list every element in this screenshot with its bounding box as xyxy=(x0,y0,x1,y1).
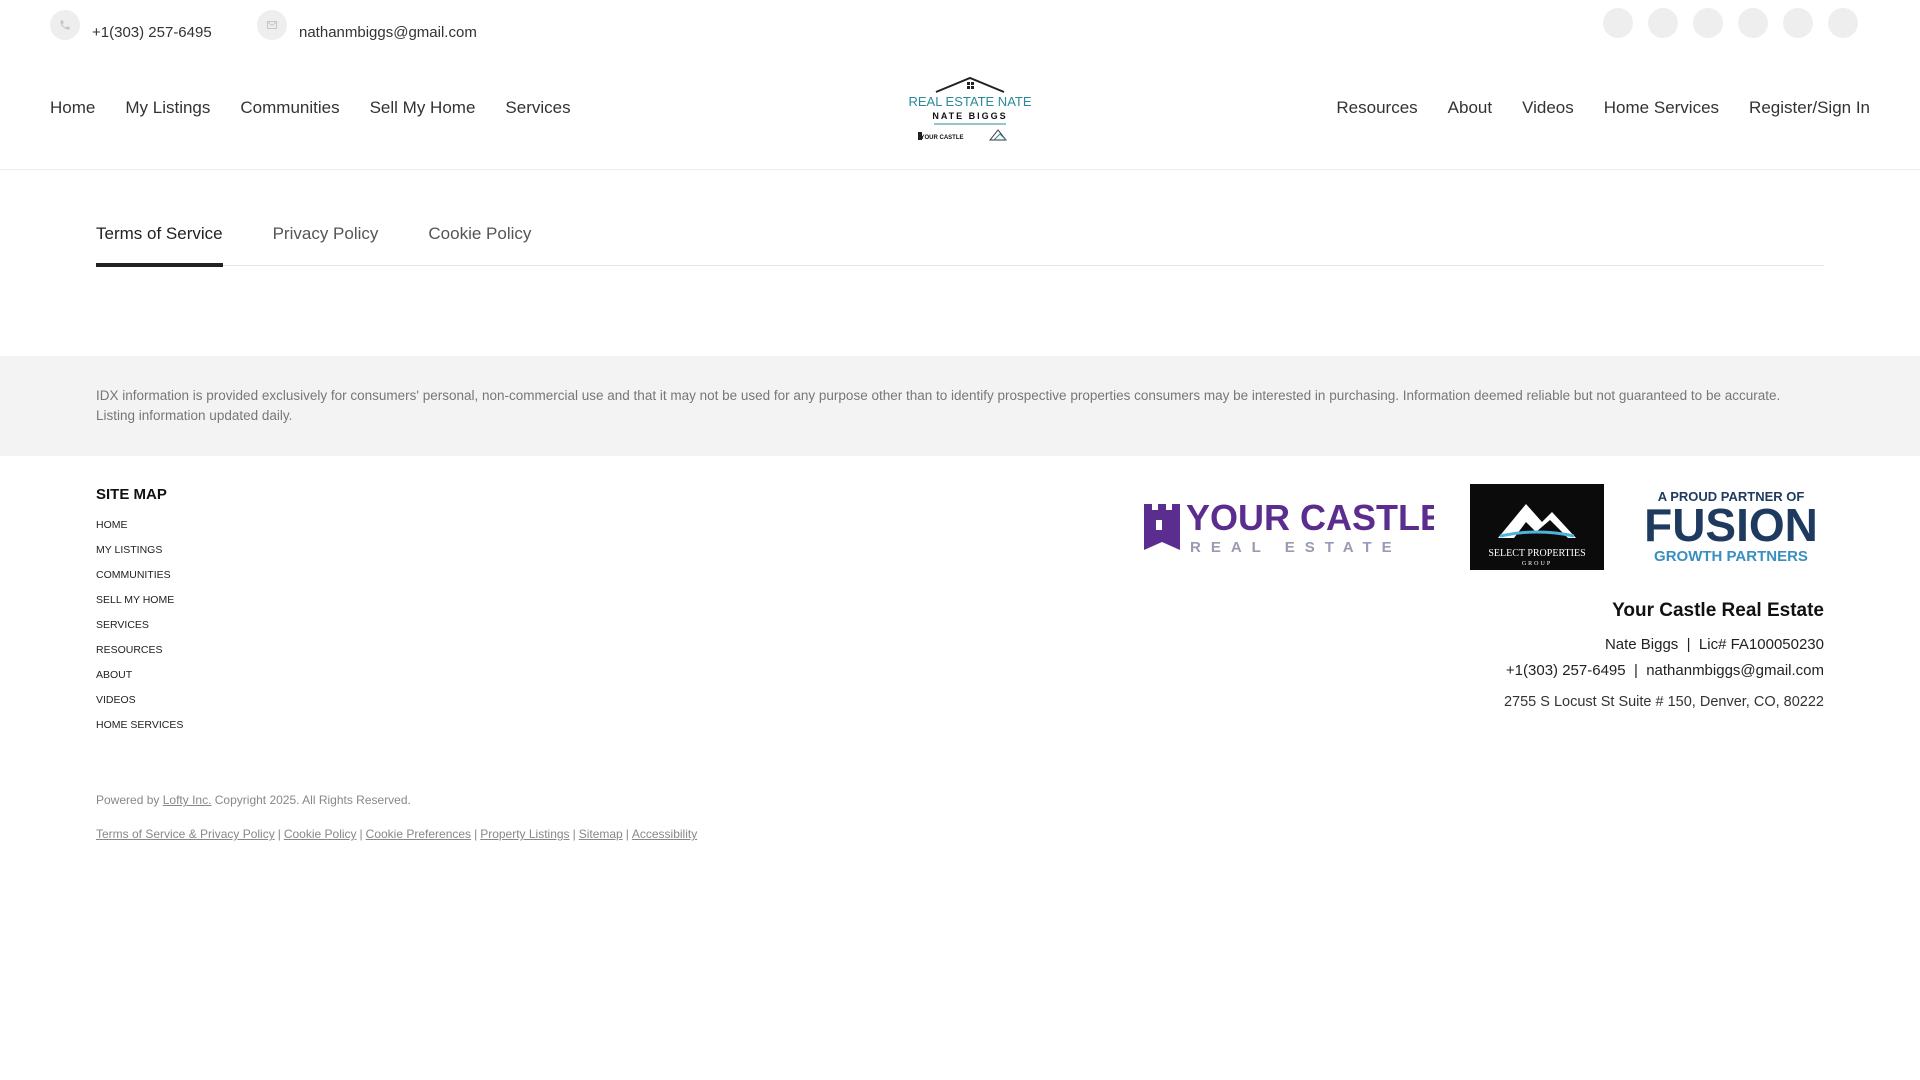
legal-link-sitemap[interactable]: Sitemap xyxy=(579,827,623,841)
legal-separator: | xyxy=(625,827,629,841)
twitter-icon[interactable] xyxy=(1828,8,1858,38)
logo-sub: YOUR CASTLE xyxy=(920,135,963,141)
linkedin-icon[interactable] xyxy=(1693,8,1723,38)
email-contact[interactable]: nathanmbiggs@gmail.com xyxy=(257,8,477,41)
select-properties-logo: SELECT PROPERTIES GROUP xyxy=(1470,484,1604,570)
castle-logo-bottom-text: REAL ESTATE xyxy=(1190,539,1402,556)
separator: | xyxy=(1629,662,1643,679)
legal-link-cookie-preferences[interactable]: Cookie Preferences xyxy=(366,827,471,841)
nav-left-group: Home My Listings Communities Sell My Hom… xyxy=(50,98,571,118)
agent-name: Nate Biggs xyxy=(1604,636,1679,653)
company-address: 2755 S Locust St Suite # 150, Denver, CO… xyxy=(1503,694,1824,710)
idx-disclaimer-text: IDX information is provided exclusively … xyxy=(96,388,1781,423)
sitemap-link-home[interactable]: HOME xyxy=(96,513,183,538)
select-logo-sub-text: GROUP xyxy=(1522,561,1552,567)
sitemap-link-services[interactable]: SERVICES xyxy=(96,613,183,638)
tiktok-icon[interactable] xyxy=(1783,8,1813,38)
nav-item-communities[interactable]: Communities xyxy=(240,98,339,118)
sitemap-link-about[interactable]: ABOUT xyxy=(96,663,183,688)
brand-logos: YOUR CASTLE REAL ESTATE SELECT PROPERTIE… xyxy=(1138,484,1822,570)
phone-text[interactable]: +1(303) 257-6495 xyxy=(92,24,212,41)
fusion-logo-bottom-text: GROWTH PARTNERS xyxy=(1654,548,1808,565)
register-signin-link[interactable]: Register/Sign In xyxy=(1749,98,1870,118)
license-number: Lic# FA100050230 xyxy=(1698,636,1824,653)
powered-prefix: Powered by xyxy=(96,793,160,807)
legal-link-cookie-policy[interactable]: Cookie Policy xyxy=(284,827,357,841)
instagram-icon[interactable] xyxy=(1648,8,1678,38)
nav-item-about[interactable]: About xyxy=(1448,98,1492,118)
phone-icon xyxy=(50,9,80,40)
sitemap-link-resources[interactable]: RESOURCES xyxy=(96,638,183,663)
nav-right-group: Resources About Videos Home Services Reg… xyxy=(1336,98,1870,118)
email-text[interactable]: nathanmbiggs@gmail.com xyxy=(299,24,477,41)
nav-item-sell-my-home[interactable]: Sell My Home xyxy=(370,98,476,118)
legal-separator: | xyxy=(277,827,281,841)
facebook-icon[interactable] xyxy=(1603,8,1633,38)
nav-item-resources[interactable]: Resources xyxy=(1336,98,1417,118)
top-bar: +1(303) 257-6495 nathanmbiggs@gmail.com xyxy=(0,0,1920,56)
site-logo[interactable]: REAL ESTATE NATE NATE BIGGS YOUR CASTLE xyxy=(906,72,1034,148)
legal-links: Terms of Service & Privacy Policy | Cookie… xyxy=(96,827,697,841)
company-phone[interactable]: +1(303) 257-6495 xyxy=(1506,662,1626,679)
nav-item-my-listings[interactable]: My Listings xyxy=(125,98,210,118)
your-castle-logo: YOUR CASTLE REAL ESTATE xyxy=(1138,494,1434,560)
copyright-text: Copyright 2025. All Rights Reserved. xyxy=(214,793,411,807)
logo-line1: REAL ESTATE NATE xyxy=(908,94,1031,109)
sitemap-link-home-services[interactable]: HOME SERVICES xyxy=(96,713,183,738)
legal-link-accessibility[interactable]: Accessibility xyxy=(632,827,697,841)
tab-cookie-policy[interactable]: Cookie Policy xyxy=(428,218,531,266)
tab-terms-of-service[interactable]: Terms of Service xyxy=(96,218,223,267)
legal-separator: | xyxy=(572,827,576,841)
legal-link-property-listings[interactable]: Property Listings xyxy=(480,827,569,841)
fusion-logo-main-text: FUSION xyxy=(1644,499,1818,551)
main-navigation: Home My Listings Communities Sell My Hom… xyxy=(0,64,1920,170)
sitemap-link-my-listings[interactable]: MY LISTINGS xyxy=(96,538,183,563)
logo-line2: NATE BIGGS xyxy=(932,111,1007,121)
phone-contact[interactable]: +1(303) 257-6495 xyxy=(50,8,212,41)
legal-separator: | xyxy=(359,827,363,841)
fusion-partner-logo: A PROUD PARTNER OF FUSION GROWTH PARTNER… xyxy=(1640,487,1822,567)
company-info: Your Castle Real Estate Nate Biggs | Lic… xyxy=(1504,600,1824,710)
castle-logo-top-text: YOUR CASTLE xyxy=(1186,497,1434,538)
policy-tabs: Terms of Service Privacy Policy Cookie P… xyxy=(96,218,1824,267)
company-name: Your Castle Real Estate xyxy=(1612,600,1824,621)
social-links xyxy=(1603,8,1858,38)
select-logo-main-text: SELECT PROPERTIES xyxy=(1488,548,1585,559)
contact-line: +1(303) 257-6495 | nathanmbiggs@gmail.co… xyxy=(1504,658,1824,684)
sitemap-link-videos[interactable]: VIDEOS xyxy=(96,688,183,713)
agent-line: Nate Biggs | Lic# FA100050230 xyxy=(1504,632,1824,658)
mail-icon xyxy=(257,9,287,40)
legal-separator: | xyxy=(474,827,478,841)
youtube-icon[interactable] xyxy=(1738,8,1768,38)
powered-by: Powered by Lofty Inc. Copyright 2025. Al… xyxy=(96,793,411,807)
nav-item-videos[interactable]: Videos xyxy=(1522,98,1574,118)
nav-item-services[interactable]: Services xyxy=(505,98,570,118)
company-email[interactable]: nathanmbiggs@gmail.com xyxy=(1646,662,1824,679)
sitemap-link-sell-my-home[interactable]: SELL MY HOME xyxy=(96,588,183,613)
sitemap-link-communities[interactable]: COMMUNITIES xyxy=(96,563,183,588)
legal-link-terms-privacy[interactable]: Terms of Service & Privacy Policy xyxy=(96,827,275,841)
lofty-link[interactable]: Lofty Inc. xyxy=(163,793,212,807)
idx-disclaimer: IDX information is provided exclusively … xyxy=(0,356,1920,456)
nav-item-home[interactable]: Home xyxy=(50,98,95,118)
sitemap-title: SITE MAP xyxy=(96,486,167,503)
tab-privacy-policy[interactable]: Privacy Policy xyxy=(273,218,379,266)
nav-item-home-services[interactable]: Home Services xyxy=(1604,98,1719,118)
site-map: SITE MAP HOME MY LISTINGS COMMUNITIES SE… xyxy=(96,486,183,738)
separator: | xyxy=(1682,636,1695,653)
